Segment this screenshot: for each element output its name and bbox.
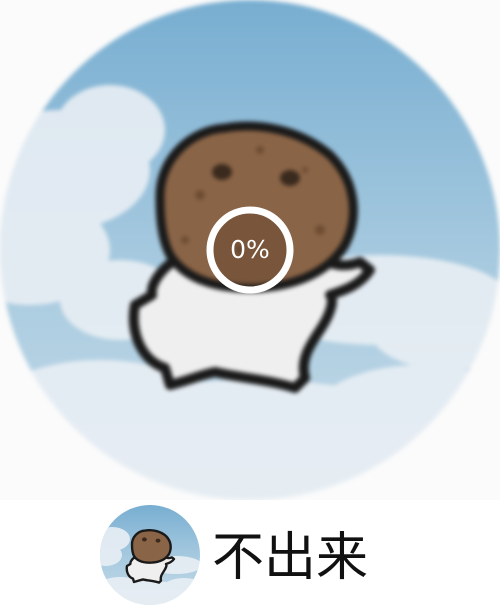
avatar[interactable]: [100, 505, 200, 605]
avatar-upload-screen: 0% 不出来: [0, 0, 500, 610]
user-info-row: 不出来: [0, 500, 500, 610]
upload-progress-percent: 0%: [230, 235, 270, 264]
username-label: 不出来: [212, 528, 369, 588]
avatar-preview-area: 0%: [0, 0, 500, 500]
potato-character-avatar-icon: [100, 505, 200, 605]
